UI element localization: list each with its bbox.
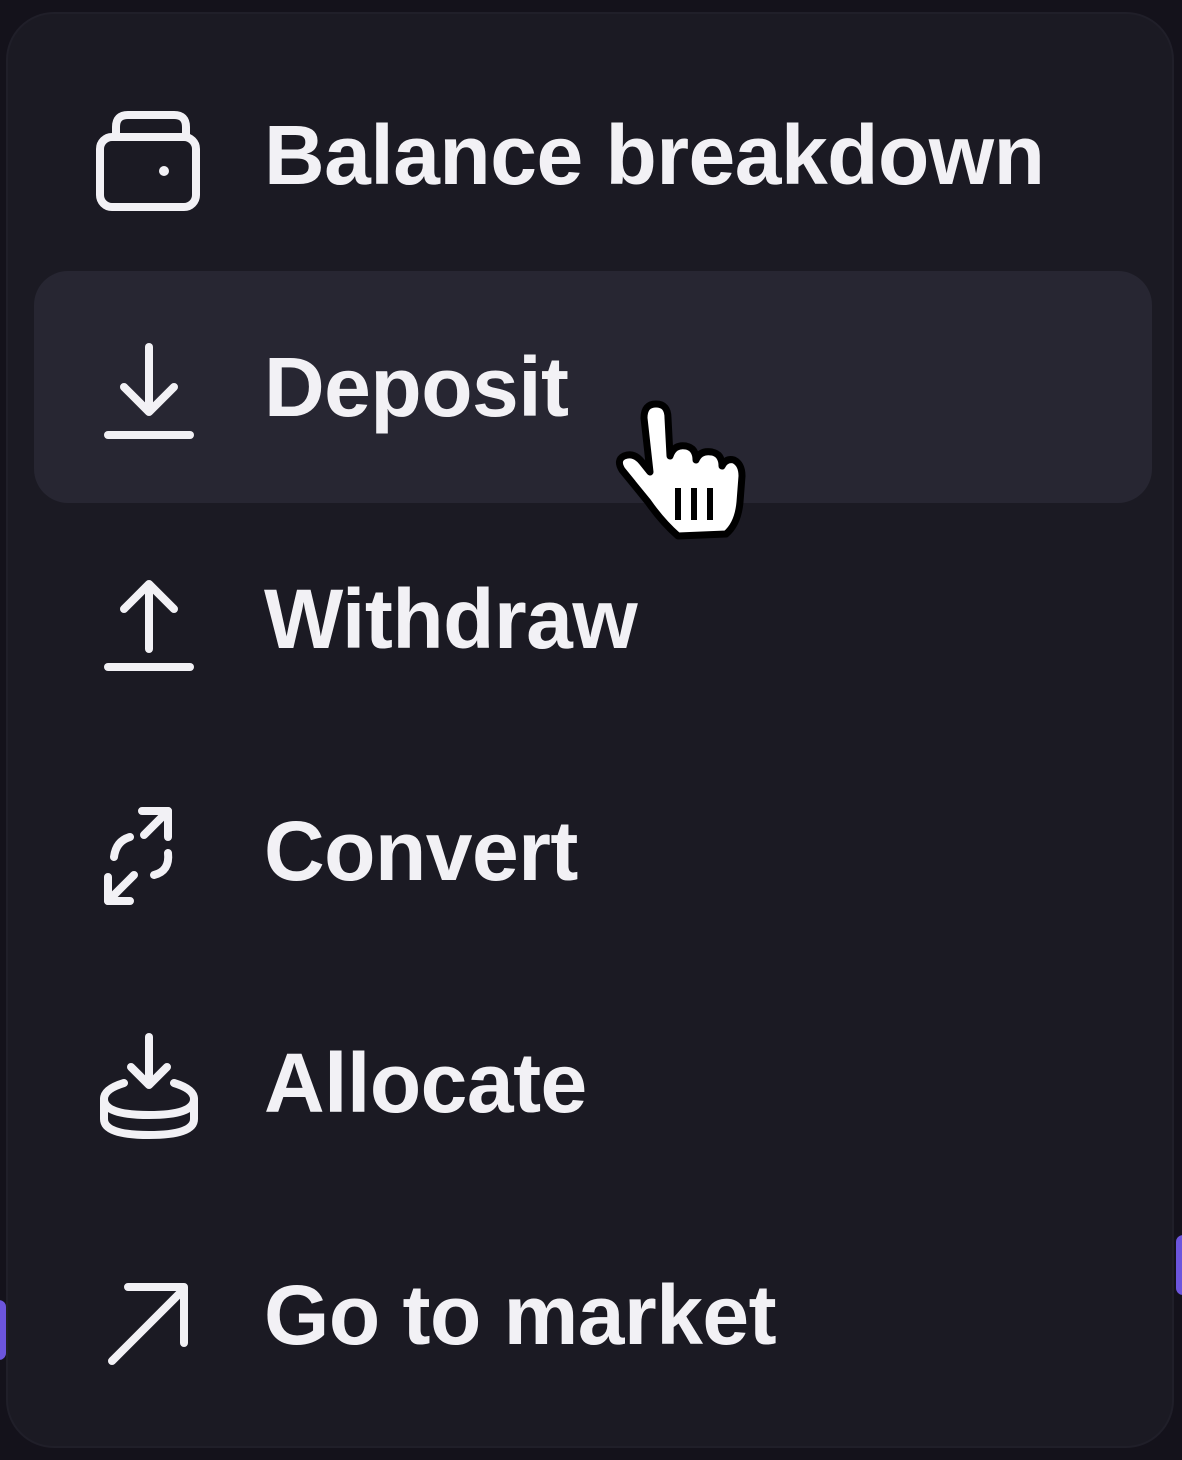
menu-item-label: Balance breakdown: [264, 108, 1045, 202]
menu-item-allocate[interactable]: Allocate: [34, 967, 1152, 1199]
upload-icon: [94, 569, 204, 679]
accent-decoration: [1176, 1235, 1182, 1295]
menu-item-balance-breakdown[interactable]: Balance breakdown: [34, 39, 1152, 271]
menu-item-go-to-market[interactable]: Go to market: [34, 1199, 1152, 1431]
menu-item-withdraw[interactable]: Withdraw: [34, 503, 1152, 735]
menu-item-label: Deposit: [264, 340, 569, 434]
download-icon: [94, 337, 204, 447]
allocate-stack-icon: [94, 1033, 204, 1143]
menu-item-label: Allocate: [264, 1036, 587, 1130]
menu-item-label: Withdraw: [264, 572, 638, 666]
menu-item-label: Convert: [264, 804, 578, 898]
wallet-icon: [94, 105, 204, 215]
menu-item-convert[interactable]: Convert: [34, 735, 1152, 967]
menu-item-deposit[interactable]: Deposit: [34, 271, 1152, 503]
arrow-up-right-icon: [94, 1265, 204, 1375]
actions-menu: Balance breakdown Deposit Withdraw Conve…: [6, 12, 1174, 1448]
menu-item-label: Go to market: [264, 1268, 777, 1362]
convert-arrows-icon: [94, 801, 204, 911]
page-backdrop: Balance breakdown Deposit Withdraw Conve…: [0, 0, 1182, 1460]
